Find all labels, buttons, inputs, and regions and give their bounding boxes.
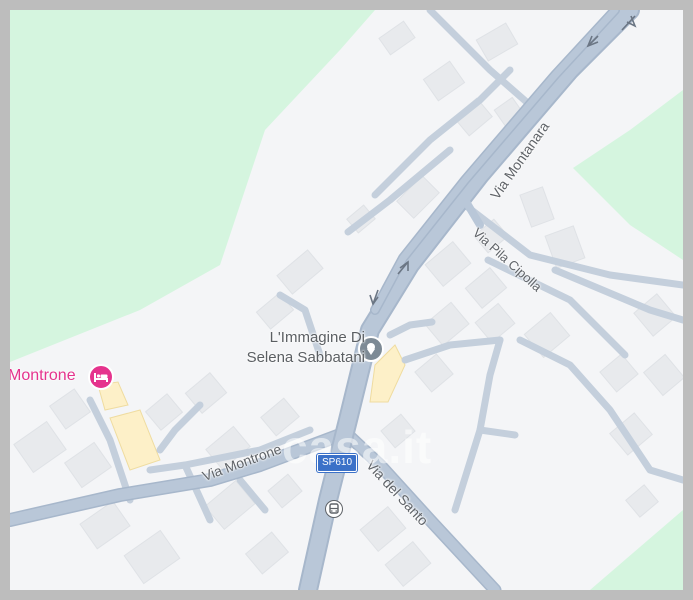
poi-name-line2: Selena Sabbatani [246, 349, 365, 366]
hotel-bed-icon [88, 364, 114, 390]
park-area-west [10, 10, 375, 362]
map-graphics [10, 10, 683, 590]
bus-stop-icon [325, 500, 343, 518]
bus-stop-marker[interactable] [325, 500, 343, 518]
road-via-montanara [298, 10, 640, 590]
map-canvas[interactable]: Via Montanara Via Pila Cipolla Via Montr… [10, 10, 683, 590]
hotel-marker[interactable] [88, 364, 114, 390]
hotel-label[interactable]: Montrone [10, 367, 76, 385]
watermark: casa.it [282, 421, 433, 473]
park-area-east [573, 90, 683, 260]
route-shield-sp610: SP610 [317, 454, 357, 472]
map-frame: Via Montanara Via Pila Cipolla Via Montr… [0, 0, 693, 600]
poi-name-line1: L'Immagine Di [269, 329, 365, 346]
park-area-southeast [590, 510, 683, 590]
poi-label[interactable]: L'Immagine Di Selena Sabbatani [215, 328, 365, 368]
